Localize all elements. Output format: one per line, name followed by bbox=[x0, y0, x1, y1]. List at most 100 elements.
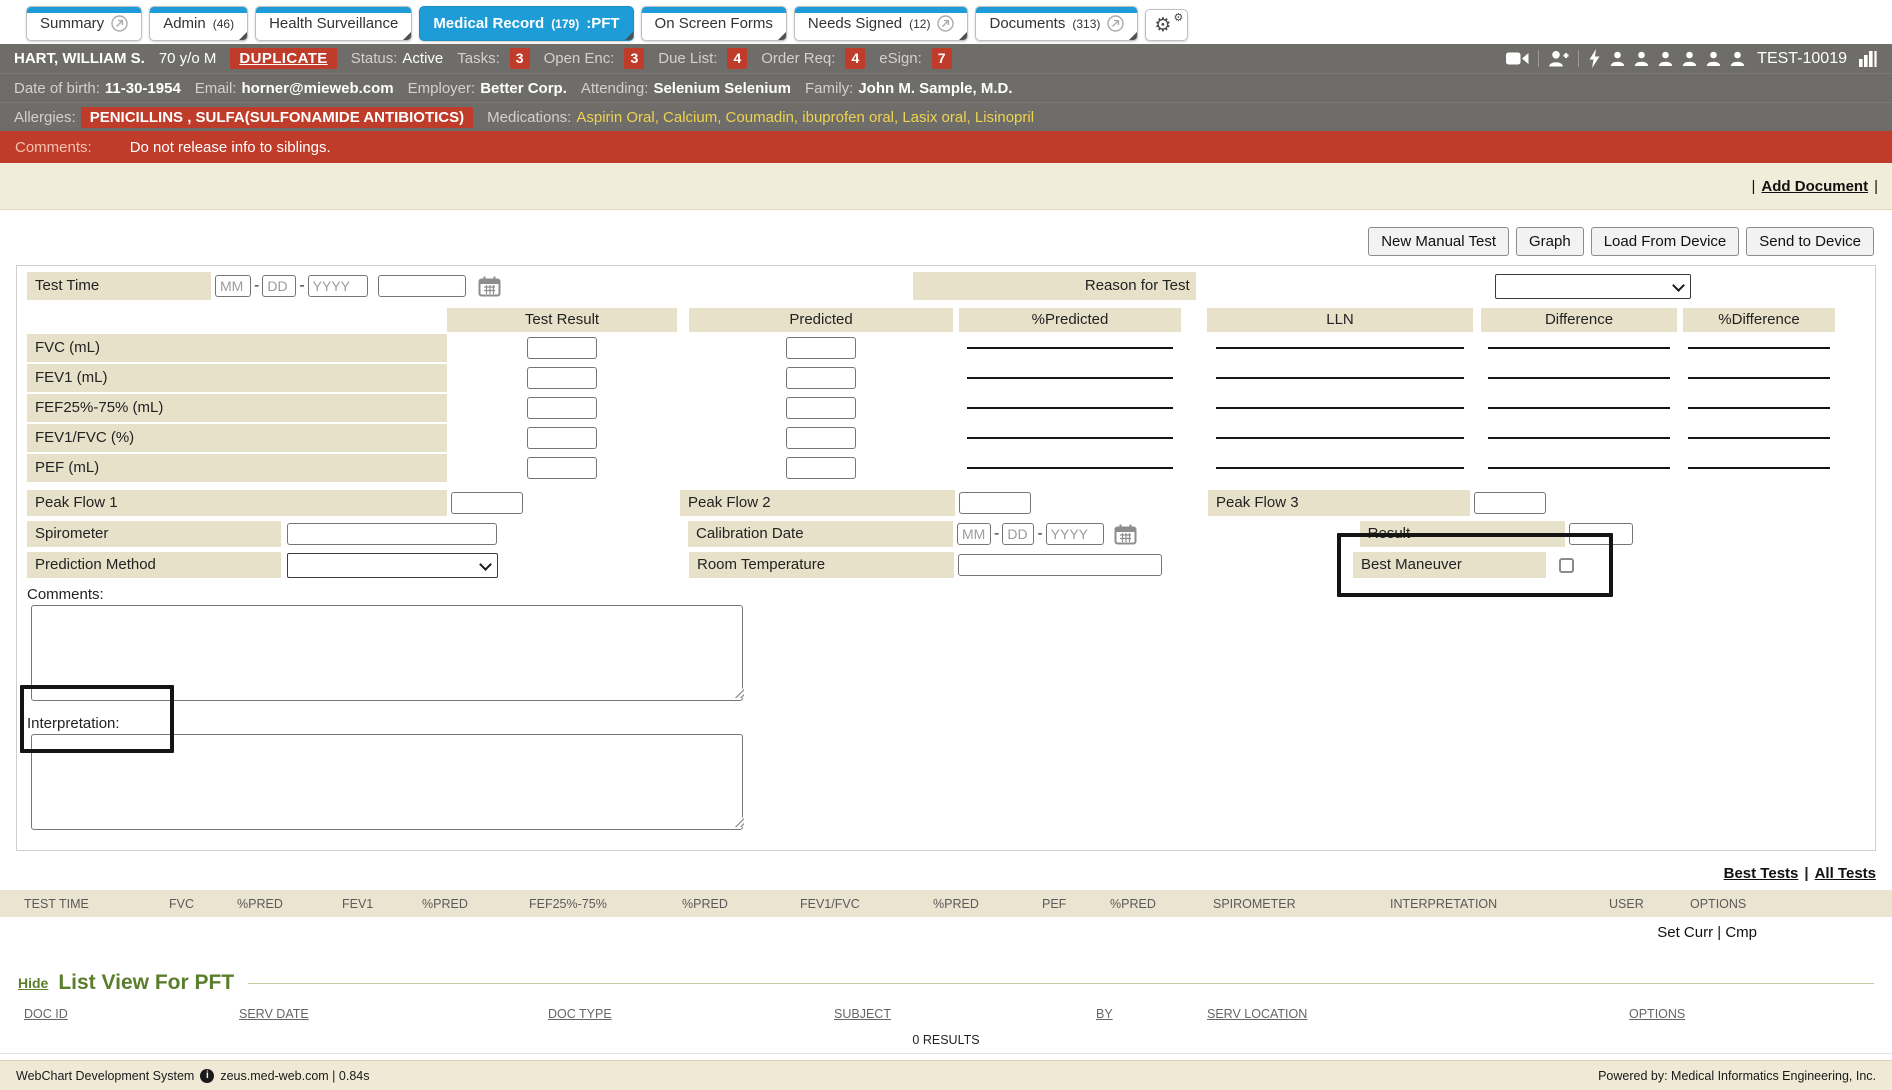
gear-icon: ⚙ bbox=[1154, 14, 1171, 36]
order-req-badge[interactable]: 4 bbox=[845, 48, 865, 69]
predicted-input[interactable] bbox=[786, 367, 856, 389]
test-result-input[interactable] bbox=[527, 337, 597, 359]
toolbar-button[interactable]: Load From Device bbox=[1591, 227, 1740, 256]
popup-icon[interactable] bbox=[937, 15, 954, 32]
predicted-input[interactable] bbox=[786, 427, 856, 449]
tab-medical-record[interactable]: Medical Record (179) :PFT bbox=[419, 6, 633, 41]
reason-for-test-select-wrap bbox=[1495, 274, 1691, 299]
best-tests-link[interactable]: Best Tests bbox=[1724, 865, 1799, 882]
tab-summary[interactable]: Summary bbox=[26, 6, 142, 41]
peak-flow-1-input[interactable] bbox=[451, 492, 523, 514]
person-icon[interactable] bbox=[1610, 51, 1625, 66]
comments-textarea[interactable] bbox=[31, 605, 743, 701]
medications-value[interactable]: Aspirin Oral, Calcium, Coumadin, ibuprof… bbox=[576, 109, 1034, 126]
test-result-input[interactable] bbox=[527, 427, 597, 449]
attending-value: Selenium Selenium bbox=[653, 80, 791, 97]
document-column-header[interactable]: SERV LOCATION bbox=[1207, 1007, 1629, 1021]
footer-host: zeus.med-web.com | 0.84s bbox=[220, 1069, 369, 1083]
test-time-year-input[interactable] bbox=[308, 275, 368, 297]
tab-health-surveillance[interactable]: Health Surveillance bbox=[255, 6, 412, 41]
status-value: Active bbox=[402, 50, 443, 67]
calibration-day-input[interactable] bbox=[1002, 523, 1034, 545]
col-difference: Difference bbox=[1481, 308, 1677, 332]
footer-system-name: WebChart Development System bbox=[16, 1069, 194, 1083]
calendar-icon[interactable] bbox=[1114, 524, 1137, 545]
tasks-badge[interactable]: 3 bbox=[510, 48, 530, 69]
tab-suffix: :PFT bbox=[586, 15, 619, 32]
calibration-month-input[interactable] bbox=[957, 523, 991, 545]
person-icon[interactable] bbox=[1706, 51, 1721, 66]
tab-label: Admin bbox=[163, 15, 206, 32]
duplicate-flag[interactable]: DUPLICATE bbox=[230, 48, 336, 69]
attending-label: Attending: bbox=[581, 80, 649, 97]
video-camera-icon[interactable] bbox=[1506, 51, 1529, 66]
person-icon[interactable] bbox=[1682, 51, 1697, 66]
tab-documents[interactable]: Documents (313) bbox=[975, 6, 1138, 41]
prediction-method-select[interactable] bbox=[287, 553, 498, 578]
results-column-header: %PRED bbox=[422, 897, 529, 911]
toolbar-button[interactable]: Send to Device bbox=[1746, 227, 1874, 256]
best-maneuver-checkbox[interactable] bbox=[1559, 558, 1574, 573]
popup-icon[interactable] bbox=[111, 15, 128, 32]
person-icon[interactable] bbox=[1658, 51, 1673, 66]
person-icon[interactable] bbox=[1730, 51, 1745, 66]
allergies-value[interactable]: PENICILLINS , SULFA(SULFONAMIDE ANTIBIOT… bbox=[81, 107, 473, 128]
peak-flow-2-input[interactable] bbox=[959, 492, 1031, 514]
test-time-month-input[interactable] bbox=[215, 275, 251, 297]
add-document-link[interactable]: Add Document bbox=[1761, 178, 1868, 195]
best-maneuver-label: Best Maneuver bbox=[1353, 552, 1546, 578]
tab-on-screen-forms[interactable]: On Screen Forms bbox=[641, 6, 787, 41]
predicted-input[interactable] bbox=[786, 337, 856, 359]
interpretation-textarea[interactable] bbox=[31, 734, 743, 830]
tab-needs-signed[interactable]: Needs Signed (12) bbox=[794, 6, 969, 41]
hide-link[interactable]: Hide bbox=[18, 975, 48, 991]
date-dash: - bbox=[254, 277, 259, 295]
calendar-icon[interactable] bbox=[478, 276, 501, 297]
spirometer-input[interactable] bbox=[287, 523, 497, 545]
bar-chart-icon[interactable] bbox=[1859, 50, 1878, 67]
peak-flow-3-input[interactable] bbox=[1474, 492, 1546, 514]
document-column-header[interactable]: OPTIONS bbox=[1629, 1007, 1685, 1021]
person-add-icon[interactable] bbox=[1548, 50, 1569, 67]
comments-bar-value: Do not release info to siblings. bbox=[130, 139, 331, 156]
tab-admin[interactable]: Admin (46) bbox=[149, 6, 248, 41]
document-column-header[interactable]: DOC ID bbox=[24, 1007, 239, 1021]
all-tests-link[interactable]: All Tests bbox=[1815, 865, 1876, 882]
toolbar-button[interactable]: New Manual Test bbox=[1368, 227, 1509, 256]
toolbar-button[interactable]: Graph bbox=[1516, 227, 1584, 256]
info-icon[interactable]: i bbox=[200, 1069, 214, 1083]
percent-difference-cell bbox=[1683, 377, 1835, 379]
esign-label: eSign: bbox=[879, 50, 922, 67]
document-column-header[interactable]: DOC TYPE bbox=[548, 1007, 834, 1021]
test-result-input[interactable] bbox=[527, 457, 597, 479]
calibration-year-input[interactable] bbox=[1046, 523, 1104, 545]
document-column-header[interactable]: SERV DATE bbox=[239, 1007, 548, 1021]
room-temperature-label: Room Temperature bbox=[689, 552, 954, 578]
room-temperature-input[interactable] bbox=[958, 554, 1162, 576]
settings-gear-button[interactable]: ⚙ ⚙ bbox=[1145, 9, 1188, 41]
due-list-badge[interactable]: 4 bbox=[727, 48, 747, 69]
test-time-day-input[interactable] bbox=[262, 275, 296, 297]
employer-value: Better Corp. bbox=[480, 80, 567, 97]
tasks-label: Tasks: bbox=[457, 50, 500, 67]
measurement-label: FVC (mL) bbox=[27, 334, 447, 362]
lightning-bolt-icon[interactable] bbox=[1588, 49, 1601, 68]
person-icon[interactable] bbox=[1634, 51, 1649, 66]
email-value[interactable]: horner@mieweb.com bbox=[241, 80, 393, 97]
set-curr-cmp-links[interactable]: Set Curr | Cmp bbox=[1657, 924, 1757, 941]
test-result-input[interactable] bbox=[527, 367, 597, 389]
test-result-cell bbox=[447, 457, 677, 479]
employer-label: Employer: bbox=[408, 80, 476, 97]
open-enc-label: Open Enc: bbox=[544, 50, 615, 67]
esign-badge[interactable]: 7 bbox=[932, 48, 952, 69]
predicted-input[interactable] bbox=[786, 397, 856, 419]
test-result-input[interactable] bbox=[527, 397, 597, 419]
reason-for-test-select[interactable] bbox=[1495, 274, 1691, 299]
document-column-header[interactable]: SUBJECT bbox=[834, 1007, 1096, 1021]
test-time-time-input[interactable] bbox=[378, 275, 466, 297]
open-enc-badge[interactable]: 3 bbox=[624, 48, 644, 69]
result-input[interactable] bbox=[1569, 523, 1633, 545]
document-column-header[interactable]: BY bbox=[1096, 1007, 1207, 1021]
popup-icon[interactable] bbox=[1107, 15, 1124, 32]
predicted-input[interactable] bbox=[786, 457, 856, 479]
